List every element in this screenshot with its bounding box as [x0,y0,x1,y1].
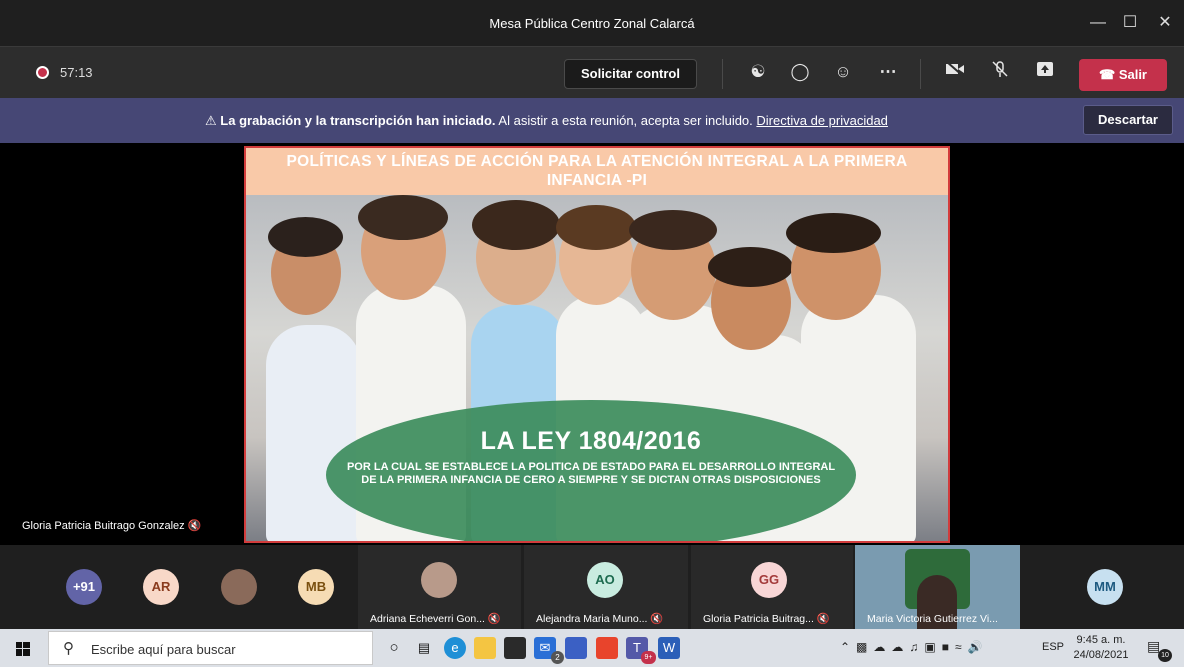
mail-badge: 2 [551,651,564,664]
file-explorer-icon[interactable] [474,637,496,659]
windows-start-icon[interactable] [16,642,30,656]
participant-strip: +91 AR MB Adriana Echeverri Gon... 🔇 AO … [0,545,1184,629]
participant-tile[interactable]: Adriana Echeverri Gon... 🔇 [358,545,521,629]
close-button[interactable]: ✕ [1150,10,1180,36]
presentation-slide: POLÍTICAS Y LÍNEAS DE ACCIÓN PARA LA ATE… [244,146,950,543]
minimize-button[interactable]: — [1083,10,1113,36]
app-icon[interactable] [565,637,587,659]
search-icon: ⚲ [63,640,74,657]
recording-time: 57:13 [60,65,93,80]
leave-label: Salir [1118,67,1147,82]
leave-button[interactable]: ☎ Salir [1079,59,1167,91]
clock-date: 24/08/2021 [1073,649,1129,661]
reactions-icon[interactable]: ☺ [831,60,855,84]
language-indicator[interactable]: ESP [1042,641,1064,653]
maximize-button[interactable]: ☐ [1115,10,1145,36]
banner-bold-text: La grabación y la transcripción han inic… [220,113,496,128]
notifications-badge: 10 [1158,649,1172,662]
banner-message: ⚠ La grabación y la transcripción han in… [205,113,888,129]
clock-time: 9:45 a. m. [1076,634,1126,646]
chat-icon[interactable]: ◯ [788,60,812,84]
law-title: LA LEY 1804/2016 [480,427,702,455]
participant-tile[interactable]: GG Gloria Patricia Buitrag... 🔇 [691,545,853,629]
participant-name: Gloria Patricia Buitrag... 🔇 [703,613,830,625]
clock[interactable]: 9:45 a. m. 24/08/2021 [1070,633,1132,663]
taskbar: ⚲ Escribe aquí para buscar ○ ▤ e ✉ 2 T 9… [0,629,1184,667]
camera-off-icon[interactable] [943,60,967,84]
word-icon[interactable]: W [658,637,680,659]
taskbar-search[interactable]: ⚲ Escribe aquí para buscar [48,631,373,665]
system-tray-icons[interactable]: ⌃▩☁☁♫▣■≈🔊 [840,640,989,654]
banner-text: Al asistir a esta reunión, acepta ser in… [498,113,753,128]
task-view-icon[interactable]: ▤ [413,637,435,659]
avatar-gg: GG [751,562,787,598]
law-subtitle: POR LA CUAL SE ESTABLECE LA POLITICA DE … [346,461,836,486]
meeting-controls: 57:13 Solicitar control ☯ ◯ ☺ ⋯ ☎ Salir [0,46,1184,98]
mic-off-icon[interactable] [988,60,1012,84]
window-title: Mesa Pública Centro Zonal Calarcá [489,16,695,31]
avatar-mm[interactable]: MM [1087,569,1123,605]
cortana-icon[interactable]: ○ [383,637,405,659]
slide-header: POLÍTICAS Y LÍNEAS DE ACCIÓN PARA LA ATE… [246,148,948,195]
store-icon[interactable] [504,637,526,659]
participant-name: Adriana Echeverri Gon... 🔇 [370,613,501,625]
privacy-link[interactable]: Directiva de privacidad [756,113,888,128]
recording-icon [36,66,49,79]
overflow-participants-button[interactable]: +91 [66,569,102,605]
participant-name: Alejandra Maria Muno... 🔇 [536,613,664,625]
request-control-button[interactable]: Solicitar control [564,59,697,89]
warning-icon: ⚠ [205,113,217,128]
participants-icon[interactable]: ☯ [746,60,770,84]
speaker-label: Gloria Patricia Buitrago Gonzalez 🔇 [22,519,201,532]
office-icon[interactable] [596,637,618,659]
children-photo: LA LEY 1804/2016 POR LA CUAL SE ESTABLEC… [246,195,948,541]
speaker-name: Gloria Patricia Buitrago Gonzalez [22,520,185,532]
more-options-icon[interactable]: ⋯ [876,60,900,84]
participant-video-tile[interactable]: Maria Victoria Gutierrez Vi... [855,545,1020,629]
avatar-photo [421,562,457,598]
participant-tile[interactable]: AO Alejandra Maria Muno... 🔇 [524,545,688,629]
avatar-ao: AO [587,562,623,598]
participant-name: Maria Victoria Gutierrez Vi... [867,613,998,625]
dismiss-button[interactable]: Descartar [1083,105,1173,135]
edge-icon[interactable]: e [444,637,466,659]
title-bar: Mesa Pública Centro Zonal Calarcá — ☐ ✕ [0,0,1184,46]
avatar-photo[interactable] [221,569,257,605]
phone-icon: ☎ [1098,67,1116,82]
teams-badge: 9+ [641,651,656,664]
search-placeholder: Escribe aquí para buscar [91,642,236,657]
recording-banner: ⚠ La grabación y la transcripción han in… [0,98,1184,143]
shared-screen: POLÍTICAS Y LÍNEAS DE ACCIÓN PARA LA ATE… [0,143,1184,545]
avatar-mb[interactable]: MB [298,569,334,605]
muted-icon: 🔇 [187,520,202,532]
avatar-ar[interactable]: AR [143,569,179,605]
share-screen-icon[interactable] [1033,60,1057,84]
